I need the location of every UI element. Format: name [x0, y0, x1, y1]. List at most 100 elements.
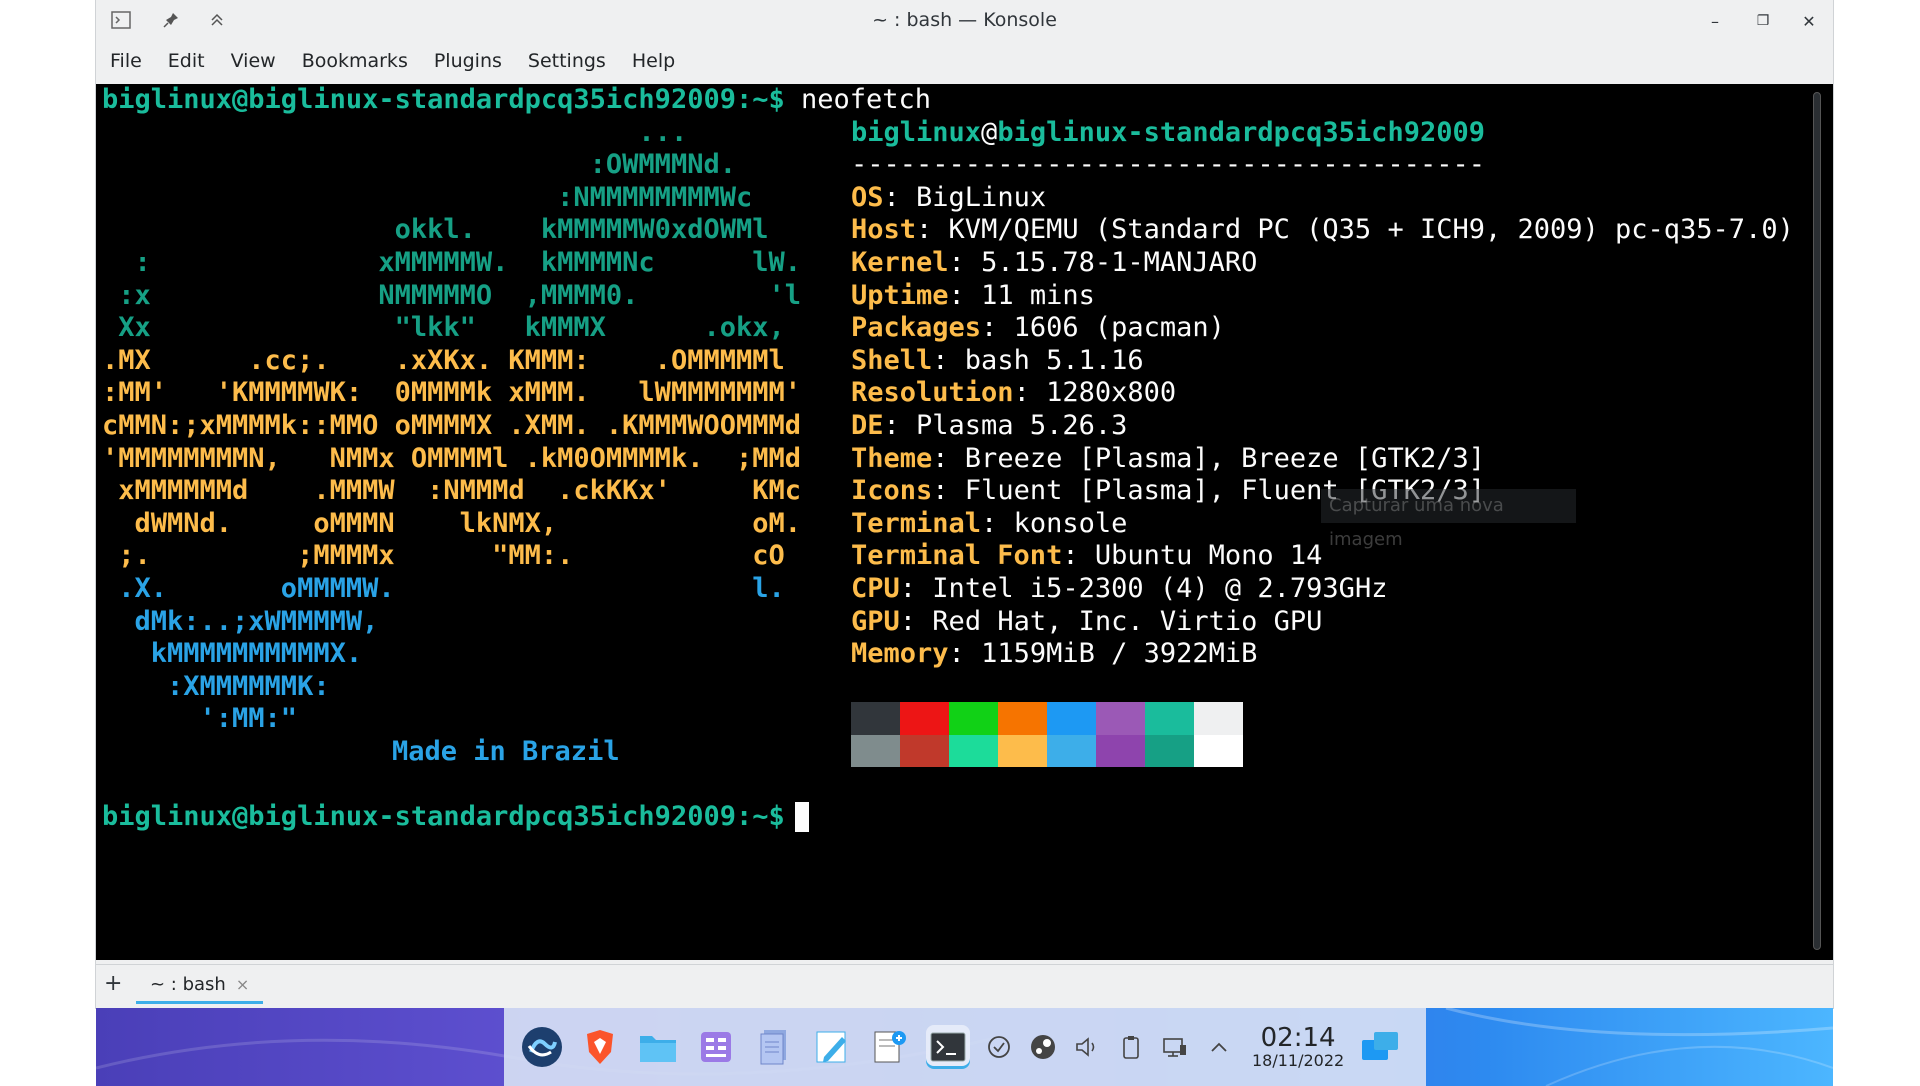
info-value: 11 mins — [964, 279, 1095, 311]
tray-expand-icon[interactable] — [1204, 1032, 1234, 1062]
menu-file[interactable]: File — [110, 50, 142, 72]
konsole-task-icon[interactable] — [926, 1025, 970, 1069]
screenshot-tooltip: Capturar uma nova imagem — [1321, 489, 1576, 550]
info-colon: : — [981, 507, 998, 539]
clipboard-icon[interactable] — [1116, 1032, 1146, 1062]
info-label: Terminal Font — [851, 540, 1063, 572]
title-bar[interactable]: ~ : bash — Konsole – ❐ ✕ — [96, 0, 1833, 40]
maximize-button[interactable]: ❐ — [1750, 8, 1776, 34]
taskbar-panel: 02:14 18/11/2022 — [504, 1008, 1426, 1086]
info-line: Terminal Font: Ubuntu Mono 14 — [851, 540, 1322, 573]
info-colon: : — [1013, 377, 1030, 409]
ascii-logo-line: :x NMMMMMO ,MMMM0. 'l — [102, 279, 801, 311]
color-swatch — [998, 734, 1047, 768]
show-desktop-icon[interactable] — [1358, 1027, 1402, 1067]
info-colon: : — [916, 214, 933, 246]
info-line: CPU: Intel i5-2300 (4) @ 2.793GHz — [851, 573, 1387, 606]
ascii-logo-line: xMMMMMMd .MMMW :NMMMd .ckKKx' KMc — [102, 475, 801, 507]
color-swatch — [998, 702, 1047, 735]
ascii-logo-line: :XMMMMMMK: — [102, 670, 330, 702]
info-value: KVM/QEMU (Standard PC (Q35 + ICH9, 2009)… — [932, 214, 1794, 246]
info-colon: : — [883, 181, 900, 213]
color-swatch — [949, 702, 998, 735]
clock-time: 02:14 — [1260, 1023, 1336, 1053]
menu-plugins[interactable]: Plugins — [434, 50, 502, 72]
info-value: 1280x800 — [1029, 377, 1177, 409]
info-line: Resolution: 1280x800 — [851, 377, 1176, 410]
ascii-logo-line: :NMMMMMMMMWc — [102, 181, 753, 213]
brave-browser-icon[interactable] — [578, 1025, 622, 1069]
color-palette — [851, 702, 1243, 768]
ascii-logo-line: Xx "lkk" kMMMX .okx, — [102, 312, 785, 344]
info-label: DE — [851, 410, 884, 441]
info-colon: : — [899, 605, 917, 637]
info-user: biglinux — [851, 116, 982, 148]
documents-icon[interactable] — [752, 1025, 796, 1069]
file-manager-icon[interactable] — [636, 1025, 680, 1069]
info-label: Memory — [851, 638, 949, 670]
terminal-scrollbar[interactable] — [1813, 92, 1821, 950]
info-label: Packages — [851, 312, 982, 344]
terminal-area[interactable]: biglinux@biglinux-standardpcq35ich92009:… — [96, 84, 1833, 960]
ascii-logo-line: cMMN:;xMMMMk::MMO oMMMMX .XMM. .KMMMWOOM… — [102, 410, 801, 441]
tab-bash[interactable]: ~ : bash × — [136, 967, 264, 1004]
ascii-logo-line: :OWMMMNd. — [102, 149, 736, 181]
prompt: biglinux@biglinux-standardpcq35ich92009:… — [102, 84, 785, 115]
info-value: 5.15.78-1-MANJARO — [964, 247, 1258, 278]
clock[interactable]: 02:14 18/11/2022 — [1252, 1024, 1344, 1070]
color-swatch — [1096, 702, 1145, 735]
minimize-button[interactable]: – — [1702, 8, 1728, 34]
second-prompt-line: biglinux@biglinux-standardpcq35ich92009:… — [102, 801, 785, 834]
close-button[interactable]: ✕ — [1796, 8, 1822, 34]
color-swatch — [949, 734, 998, 768]
info-colon: : — [948, 247, 965, 278]
info-separator: --------------------------------------- — [851, 149, 1485, 181]
info-line: Host: KVM/QEMU (Standard PC (Q35 + ICH9,… — [851, 214, 1794, 247]
color-swatch — [1145, 702, 1194, 735]
info-line: DE: Plasma 5.26.3 — [851, 410, 1127, 443]
text-editor-icon[interactable] — [810, 1025, 854, 1069]
steam-icon[interactable] — [1028, 1032, 1058, 1062]
menu-help[interactable]: Help — [632, 50, 675, 72]
info-colon: : — [948, 638, 965, 670]
menu-view[interactable]: View — [231, 50, 276, 72]
info-label: CPU — [851, 573, 900, 604]
network-icon[interactable] — [1160, 1032, 1190, 1062]
menu-settings[interactable]: Settings — [528, 50, 606, 72]
new-tab-button[interactable]: + — [104, 971, 122, 996]
info-line: Packages: 1606 (pacman) — [851, 312, 1225, 345]
menu-bookmarks[interactable]: Bookmarks — [302, 50, 408, 72]
tab-label: ~ : bash — [150, 973, 226, 995]
settings-app-icon[interactable] — [694, 1025, 738, 1069]
menu-edit[interactable]: Edit — [168, 50, 205, 72]
biglinux-menu-icon[interactable] — [520, 1025, 564, 1069]
ascii-logo-line: ':MM:" — [102, 703, 395, 735]
color-swatch — [1047, 702, 1096, 735]
info-line: Kernel: 5.15.78-1-MANJARO — [851, 247, 1257, 280]
screenshot-tool-icon[interactable] — [868, 1025, 912, 1069]
ascii-logo-line: dMk:..;xWMMMMW, — [102, 605, 379, 637]
updates-check-icon[interactable] — [984, 1032, 1014, 1062]
info-label: Icons — [851, 475, 933, 507]
info-line: Memory: 1159MiB / 3922MiB — [851, 638, 1257, 671]
ascii-logo-line: dWMNd. oMMMN lkNMX, oM. — [102, 507, 801, 539]
info-line: OS: BigLinux — [851, 182, 1046, 215]
ascii-logo-line: :MM' 'KMMMMWK: 0MMMMk xMMM. lWMMMMMMM' — [102, 377, 801, 409]
info-label: Shell — [851, 344, 933, 376]
info-label: GPU — [851, 605, 900, 637]
clock-date: 18/11/2022 — [1252, 1051, 1345, 1070]
tab-close-icon[interactable]: × — [236, 975, 249, 994]
info-label: Uptime — [851, 279, 949, 311]
info-value: konsole — [997, 507, 1128, 539]
info-label: OS — [851, 181, 884, 213]
info-label: Kernel — [851, 247, 949, 278]
volume-icon[interactable] — [1072, 1032, 1102, 1062]
info-colon: : — [948, 279, 965, 311]
user-host-line: biglinux@biglinux-standardpcq35ich92009 — [851, 117, 1485, 150]
info-line: Shell: bash 5.1.16 — [851, 345, 1144, 378]
info-label: Theme — [851, 442, 933, 474]
ascii-logo-line: .MX .cc;. .xXKx. KMMM: .OMMMMMl — [102, 344, 785, 376]
color-swatch — [1145, 734, 1194, 768]
command: neofetch — [784, 84, 932, 115]
info-colon: : — [1062, 540, 1079, 572]
